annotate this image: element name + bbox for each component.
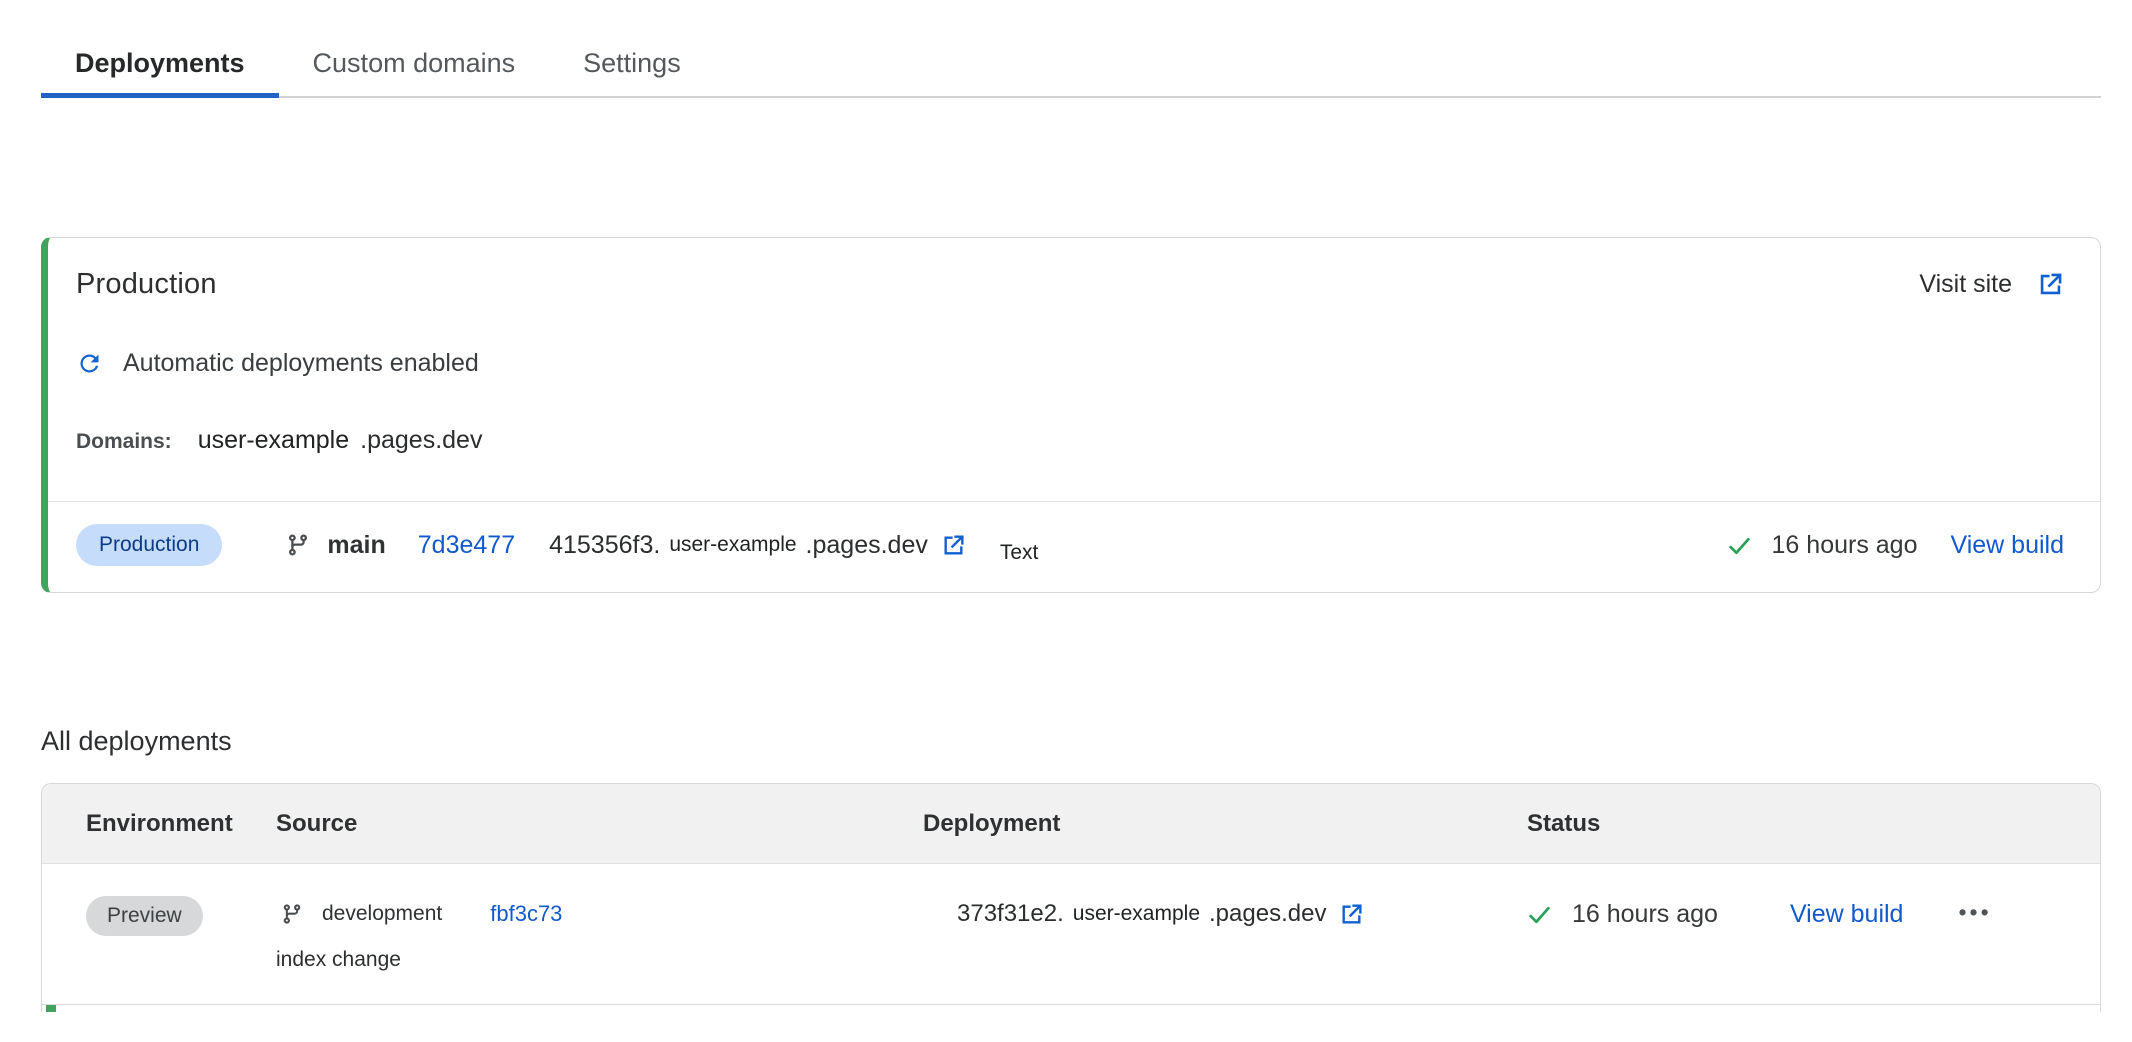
commit-link[interactable]: fbf3c73 [490,901,562,927]
deployment-url: 373f31e2. user-example .pages.dev [957,900,1326,928]
domains-label: Domains: [76,430,172,454]
deployment-url-name: user-example [669,533,796,557]
domain-suffix: .pages.dev [360,426,482,455]
deployment-url-suffix: .pages.dev [806,531,928,560]
view-build-link[interactable]: View build [1790,900,1904,929]
domains-row: Domains: user-example .pages.dev [76,426,2100,455]
deployments-table: Environment Source Deployment Status Pre… [41,783,2101,1012]
external-link-icon[interactable] [941,533,966,558]
tab-custom-domains[interactable]: Custom domains [279,30,550,96]
commit-link[interactable]: 7d3e477 [418,531,515,560]
deploy-time: 16 hours ago [1572,900,1718,929]
all-deployments-title: All deployments [41,726,2101,757]
column-header-environment: Environment [86,810,276,838]
environment-badge: Production [76,524,222,566]
visit-site-link[interactable]: Visit site [1919,270,2064,299]
next-row-green-indicator [46,1005,56,1012]
production-deployment-row: Production main 7d3e477 415356f3. user-e… [48,501,2100,592]
deploy-time: 16 hours ago [1772,531,1918,560]
auto-deploy-text: Automatic deployments enabled [123,349,479,378]
git-branch-icon [281,903,303,925]
tab-bar: Deployments Custom domains Settings [41,30,2101,98]
more-options-icon[interactable]: ••• [1958,901,1991,924]
production-card: Production Visit site Automatic deployme… [41,237,2101,593]
column-header-source: Source [276,810,923,838]
next-row-partial [42,1005,2100,1012]
git-branch-icon [286,533,310,557]
table-header-row: Environment Source Deployment Status [42,784,2100,864]
tab-deployments[interactable]: Deployments [41,30,279,96]
deployment-url-name: user-example [1073,902,1200,926]
tab-settings[interactable]: Settings [549,30,715,96]
note-text: Text [1000,541,1039,565]
page-content: Deployments Custom domains Settings Prod… [41,30,2101,1012]
column-header-status: Status [1527,810,2100,838]
deployment-url: 415356f3. user-example .pages.dev [549,531,928,560]
branch-name: main [327,531,385,560]
branch-name: development [322,902,442,926]
external-link-icon[interactable] [1339,902,1364,927]
domain-name: user-example [198,426,349,455]
deployment-url-suffix: .pages.dev [1209,900,1326,928]
column-header-deployment: Deployment [923,810,1527,838]
production-title: Production [76,268,217,301]
visit-site-label: Visit site [1919,270,2012,299]
environment-badge: Preview [86,896,203,936]
view-build-link[interactable]: View build [1950,531,2064,560]
table-row: Preview development fbf3c73 index change… [42,864,2100,1005]
deployment-url-prefix: 373f31e2. [957,900,1064,928]
deployment-status: 16 hours ago View build [1727,531,2064,560]
external-link-icon [2037,271,2064,298]
refresh-icon [76,350,103,377]
success-check-icon [1527,902,1552,927]
commit-message: index change [276,946,401,974]
auto-deploy-row: Automatic deployments enabled [76,349,2100,378]
success-check-icon [1727,533,1752,558]
deployment-url-prefix: 415356f3. [549,531,660,560]
